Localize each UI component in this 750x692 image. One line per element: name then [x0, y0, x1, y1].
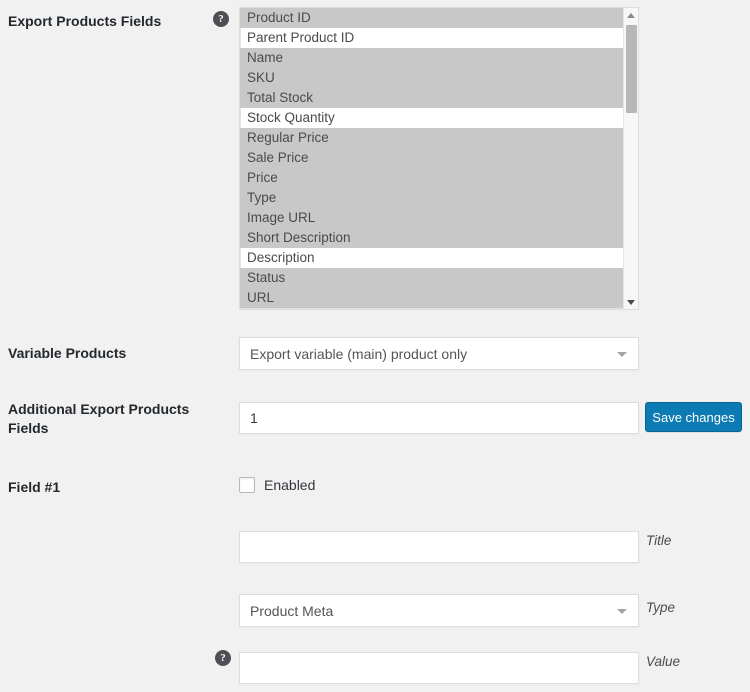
- field-1-type-side-label: Type: [646, 600, 676, 615]
- listbox-option[interactable]: SKU: [240, 68, 623, 88]
- listbox-option[interactable]: Stock Quantity: [240, 108, 623, 128]
- listbox-option[interactable]: Price: [240, 168, 623, 188]
- listbox-option[interactable]: Regular Price: [240, 128, 623, 148]
- label-field-1: Field #1: [8, 479, 61, 495]
- enabled-checkbox-label[interactable]: Enabled: [264, 477, 315, 493]
- save-changes-button[interactable]: Save changes: [645, 402, 742, 432]
- chevron-down-icon[interactable]: [624, 294, 638, 309]
- enabled-checkbox[interactable]: [239, 477, 255, 493]
- label-export-products-fields: Export Products Fields: [8, 13, 162, 29]
- listbox-viewport[interactable]: Product ID Parent Product ID Name SKU Total …: [240, 8, 623, 309]
- help-icon[interactable]: ?: [213, 11, 229, 27]
- listbox-option[interactable]: Total Stock: [240, 88, 623, 108]
- help-icon[interactable]: ?: [215, 650, 231, 666]
- variable-products-select[interactable]: Export variable (main) product only: [239, 337, 639, 370]
- listbox-option[interactable]: Type: [240, 188, 623, 208]
- listbox-option[interactable]: Description: [240, 248, 623, 268]
- field-1-type-selected-value: Product Meta: [250, 602, 334, 619]
- enabled-checkbox-group[interactable]: Enabled: [239, 477, 315, 493]
- listbox-option[interactable]: Short Description: [240, 228, 623, 248]
- chevron-down-icon: [617, 351, 627, 357]
- scrollbar-thumb[interactable]: [626, 25, 637, 113]
- variable-products-selected-value: Export variable (main) product only: [250, 345, 468, 362]
- field-1-title-input[interactable]: [239, 531, 639, 563]
- listbox-option[interactable]: Product ID: [240, 8, 623, 28]
- chevron-down-icon: [617, 608, 627, 614]
- listbox-option[interactable]: Sale Price: [240, 148, 623, 168]
- label-additional-export-products-fields: Additional Export Products Fields: [8, 401, 190, 436]
- export-products-fields-listbox[interactable]: Product ID Parent Product ID Name SKU Total …: [239, 7, 639, 310]
- field-1-value-input[interactable]: [239, 652, 639, 684]
- listbox-option[interactable]: Status: [240, 268, 623, 288]
- field-1-title-side-label: Title: [646, 533, 672, 548]
- listbox-option[interactable]: Image URL: [240, 208, 623, 228]
- field-1-value-side-label: Value: [646, 654, 681, 669]
- listbox-scrollbar[interactable]: [623, 8, 638, 309]
- chevron-up-icon[interactable]: [624, 8, 638, 23]
- label-variable-products: Variable Products: [8, 345, 127, 361]
- field-1-type-select[interactable]: Product Meta: [239, 594, 639, 627]
- listbox-option[interactable]: Name: [240, 48, 623, 68]
- listbox-option[interactable]: Parent Product ID: [240, 28, 623, 48]
- additional-export-products-fields-input[interactable]: [239, 402, 639, 434]
- listbox-option[interactable]: URL: [240, 288, 623, 308]
